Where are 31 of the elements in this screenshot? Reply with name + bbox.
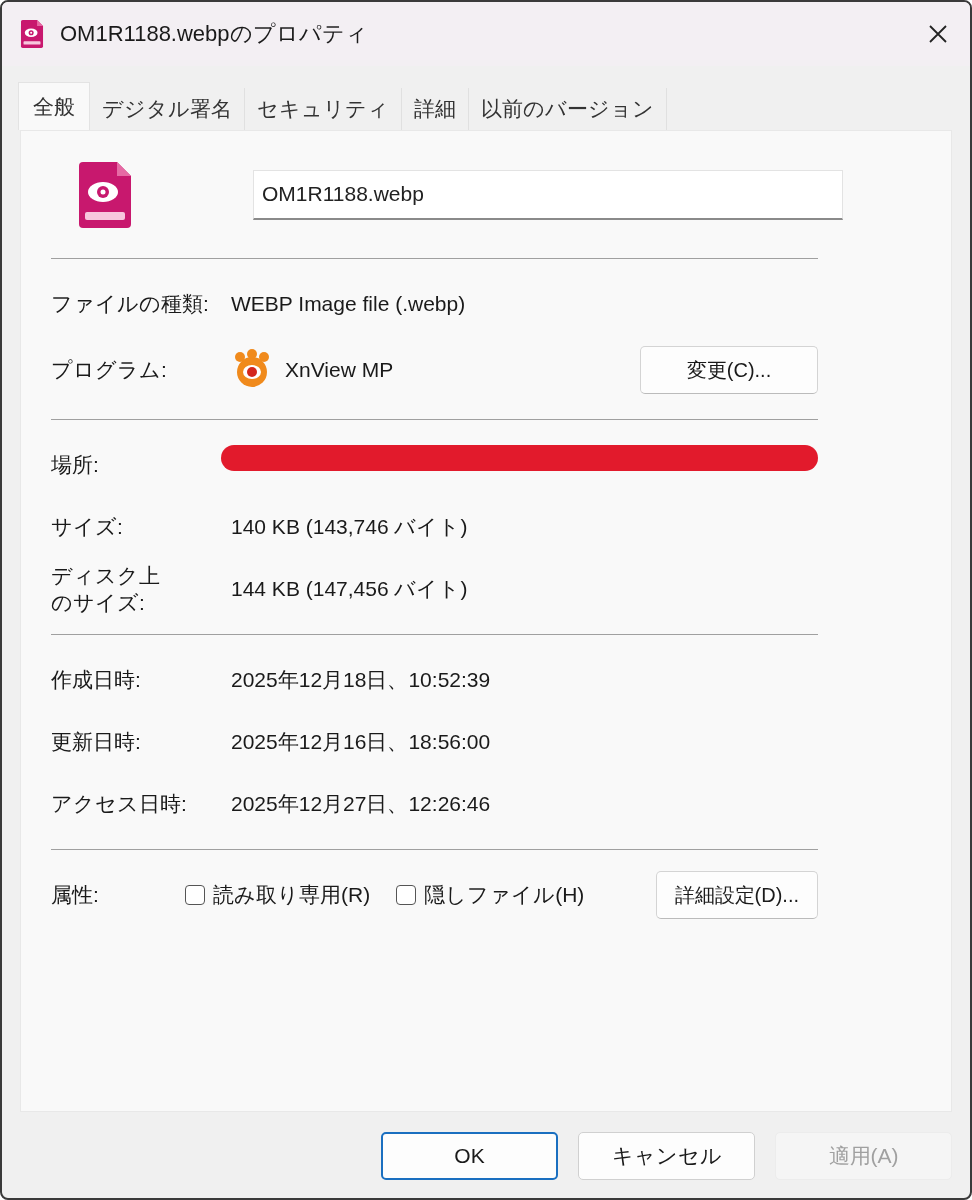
dialog-button[interactable]: OK [381, 1132, 558, 1180]
field-label: アクセス日時: [51, 791, 188, 818]
field-value: WEBP Image file (.webp) [231, 292, 467, 316]
field-value: 144 KB (147,456 バイト) [231, 576, 469, 602]
field-label: ディスク上 [51, 562, 161, 589]
checkbox[interactable] [185, 885, 205, 905]
name-field[interactable]: OM1R1188.webp [253, 169, 843, 220]
change-button[interactable]: 変更(C)... [640, 346, 818, 394]
file-icon [20, 20, 44, 48]
checkbox-label[interactable]: 読み取り専用(R) [213, 881, 371, 909]
dialog-button[interactable]: キャンセル [578, 1132, 755, 1180]
field-value: 2025年12月27日、12:26:46 [231, 791, 492, 817]
advanced-button[interactable]: 詳細設定(D)... [655, 871, 818, 919]
checkbox[interactable] [396, 885, 417, 905]
field-value: 2025年12月18日、10:52:39 [231, 667, 492, 693]
file-icon [77, 161, 133, 228]
window-title: OM1R1188.webpのプロパティ [60, 20, 369, 48]
field-label: プログラム: [51, 357, 168, 384]
field-label: 属性: [51, 882, 100, 909]
field-label: 作成日時: [51, 667, 142, 694]
field-label: 更新日時: [51, 729, 142, 756]
field-label: ファイルの種類: [51, 291, 210, 318]
field-label: サイズ: [51, 514, 124, 541]
program-name: XnView MP [285, 358, 394, 382]
tab[interactable]: 全般 [18, 82, 90, 130]
field-value: 140 KB (143,746 バイト) [231, 514, 469, 540]
field-label: のサイズ: [51, 590, 146, 616]
close-icon[interactable] [928, 24, 948, 44]
field-label: 場所: [51, 452, 100, 479]
field-value: 2025年12月16日、18:56:00 [231, 729, 492, 755]
checkbox-label[interactable]: 隠しファイル(H) [424, 881, 585, 909]
